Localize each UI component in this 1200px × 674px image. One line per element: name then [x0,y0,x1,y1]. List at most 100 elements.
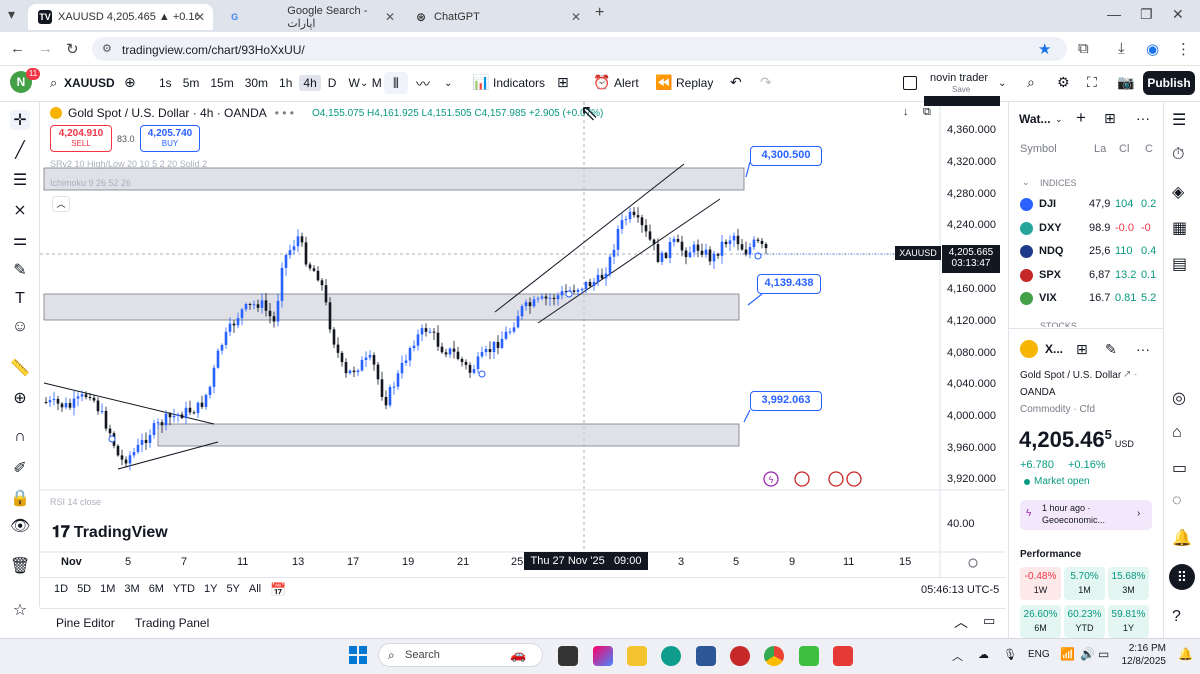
interval-1s[interactable]: 1s [155,75,176,91]
indicators-button[interactable]: Indicators [493,76,545,90]
help-icon[interactable]: ? [1172,608,1181,626]
chevron-right-icon[interactable]: › [1137,508,1140,519]
indicator-ichimoku[interactable]: Ichimoku 9 26 52 26 [50,178,131,188]
lock-drawing-icon[interactable]: ✐ [10,458,30,478]
rsi-indicator-label[interactable]: RSI 14 close [50,497,101,507]
replay-icon[interactable]: ⏪ [655,74,672,91]
templates-icon[interactable]: ⊞ [557,74,569,91]
watchlist-layout-icon[interactable]: ⊞ [1104,110,1116,127]
interval-30m[interactable]: 30m [241,75,272,91]
magnet-icon[interactable]: ∩ [10,428,30,446]
target-icon[interactable]: ◎ [1172,388,1186,408]
screenshot-icon[interactable]: 📷 [1117,74,1134,91]
back-icon[interactable]: ← [10,40,25,57]
performance-cell[interactable]: 59.81% 1Y [1108,605,1149,638]
scale-icon[interactable]: ⧉ [923,106,931,119]
price-callout[interactable]: 3,992.063 [750,391,822,411]
trading-panel-tab[interactable]: Trading Panel [135,616,209,630]
performance-cell[interactable]: -0.48% 1W [1020,567,1061,600]
notification-bell-icon[interactable]: 🔔 [1178,647,1193,661]
event-flag-icon[interactable] [846,471,862,487]
clock-time[interactable]: 2:16 PM [1128,643,1166,654]
indicators-icon[interactable]: 📊 [472,74,489,91]
interval-4h[interactable]: 4h [299,75,321,91]
zoom-icon[interactable]: ⊕ [10,388,30,408]
watchlist-icon[interactable]: ☰ [1172,110,1186,130]
col-header-chgpct[interactable]: C [1145,143,1153,155]
goto-date-icon[interactable]: 📅 [270,582,286,598]
range-1y[interactable]: 1Y [204,583,217,595]
replay-button[interactable]: Replay [676,76,713,90]
more-icon[interactable]: ··· [1136,110,1150,126]
interval-5m[interactable]: 5m [179,75,204,91]
alert-button[interactable]: Alert [614,76,639,90]
event-flag-icon[interactable] [794,471,810,487]
resistance-zone[interactable] [43,167,745,191]
chrome-icon[interactable] [764,646,784,666]
col-header-chg[interactable]: Cl [1119,143,1129,155]
chevron-down-icon[interactable]: ⌄ [444,78,452,89]
fullscreen-icon[interactable]: ⛶ [1087,74,1097,91]
quick-search-icon[interactable]: ⌕ [1027,74,1035,91]
trash-icon[interactable]: 🗑 [10,556,30,576]
cloud-icon[interactable]: ☁ [978,648,989,661]
volume-icon[interactable]: 🔊 [1080,647,1095,661]
range-ytd[interactable]: YTD [173,583,195,595]
visibility-icon[interactable]: 👁 [10,516,30,536]
tab-menu-icon[interactable]: ▾ [8,6,15,23]
pine-editor-tab[interactable]: Pine Editor [56,616,115,630]
forward-icon[interactable]: → [38,40,53,57]
edge-icon[interactable] [661,646,681,666]
chevron-down-icon[interactable]: ⌄ [1022,177,1030,188]
new-tab-icon[interactable]: + [595,4,604,22]
close-icon[interactable]: ✕ [195,10,205,24]
undo-icon[interactable]: ↶ [730,74,742,91]
clock-date[interactable]: 12/8/2025 [1118,656,1167,667]
col-header-symbol[interactable]: Symbol [1020,143,1057,155]
minimize-icon[interactable]: — [1107,6,1121,22]
alert-icon[interactable]: ⏰ [593,74,610,91]
prediction-icon[interactable]: ⚌ [10,230,30,250]
timezone-display[interactable]: 05:46:13 UTC-5 [921,584,999,596]
watchlist-row[interactable]: DJI 47,9 104 0.2 [1016,196,1162,214]
calendar-icon[interactable]: ▤ [1172,254,1187,274]
performance-cell[interactable]: 60.23% YTD [1064,605,1105,638]
price-chart[interactable]: ϟ [40,102,1006,577]
store-icon[interactable] [696,646,716,666]
site-info-icon[interactable]: ⚙ [102,42,112,55]
legend-header[interactable]: Gold Spot / U.S. Dollar · 4h · OANDA • •… [46,104,299,122]
layout-name[interactable]: novin trader [930,72,988,84]
emoji-icon[interactable]: ☺ [10,318,30,336]
section-indices[interactable]: INDICES [1040,178,1077,188]
alerts-clock-icon[interactable]: ⏱ [1172,146,1184,164]
apps-icon[interactable]: ⠿ [1169,564,1195,590]
crosshair-icon[interactable]: ✛ [10,110,30,130]
lock-icon[interactable]: 🔒 [10,488,30,508]
interval-D[interactable]: D [324,75,341,91]
line-chart-icon[interactable]: 〰 [416,74,430,94]
app-green-icon[interactable] [799,646,819,666]
more-icon[interactable]: • • • [275,106,294,120]
buy-button[interactable]: 4,205.740 BUY [140,125,200,152]
range-5d[interactable]: 5D [77,583,91,595]
layers-icon[interactable]: ◈ [1172,182,1184,202]
favorites-star-icon[interactable]: ☆ [10,600,30,620]
download-icon[interactable]: ⤓ [1118,40,1125,57]
price-callout[interactable]: 4,139.438 [757,274,821,294]
support-zone-middle[interactable] [43,293,740,321]
performance-cell[interactable]: 26.60% 6M [1020,605,1061,638]
collapse-legend-icon[interactable]: ︿ [52,196,70,212]
support-zone-lower[interactable] [157,423,740,447]
tab-google[interactable]: G Google Search - اپارات ✕ [218,4,403,30]
candles-icon[interactable]: ⫴ [384,72,408,94]
watchlist-row[interactable]: VIX 16.7 0.81 5.2 [1016,290,1162,308]
ideas-icon[interactable]: ⌂ [1172,424,1182,442]
task-view-icon[interactable] [558,646,578,666]
more-icon[interactable]: ··· [1136,341,1150,357]
language-indicator[interactable]: ENG [1028,649,1050,660]
watchlist-title[interactable]: Wat... [1019,112,1051,126]
search-icon[interactable]: ⌕ [50,75,57,91]
streams-icon[interactable]: ◌ [1172,492,1182,510]
pinterest-icon[interactable] [730,646,750,666]
detail-symbol[interactable]: X... [1045,342,1063,356]
